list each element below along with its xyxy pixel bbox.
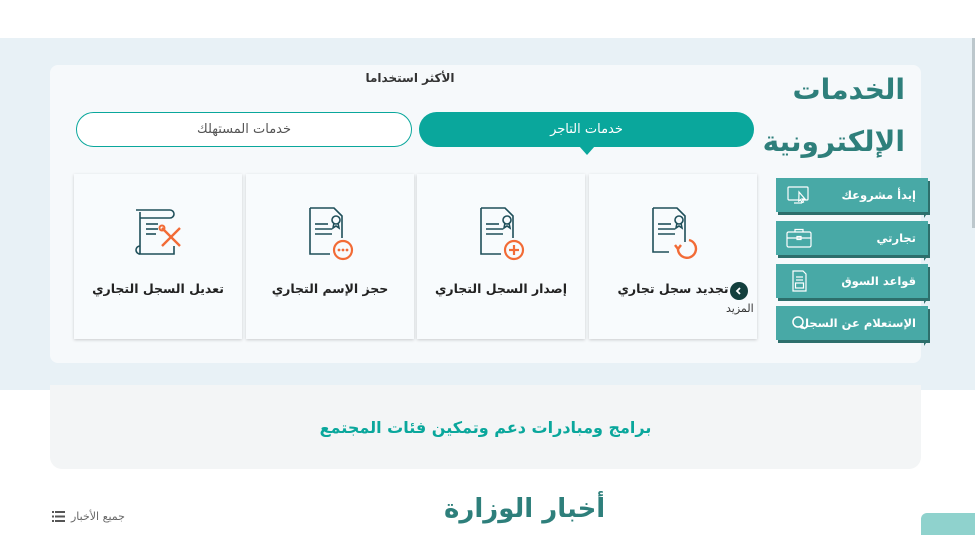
section-title-line2: الإلكترونية [762, 125, 905, 158]
document-renew-icon [652, 207, 698, 259]
tab-label: خدمات المستهلك [197, 122, 292, 137]
side-button-market-rules[interactable]: قواعد السوق [776, 264, 928, 304]
list-icon [52, 511, 65, 522]
all-news-label: جميع الأخبار [71, 510, 125, 523]
tab-label: خدمات التاجر [550, 122, 623, 137]
most-used-label: الأكثر استخداما [365, 71, 455, 85]
side-button-start-project[interactable]: إبدأ مشروعك [776, 178, 928, 218]
side-button-label: قواعد السوق [841, 274, 916, 288]
section-title-line1: الخدمات [792, 73, 905, 106]
briefcase-icon [786, 228, 812, 248]
service-card-reserve-name[interactable]: حجز الإسم التجاري [246, 174, 414, 339]
document-add-icon [480, 207, 525, 261]
chevron-left-icon [735, 287, 741, 295]
programs-banner[interactable]: برامج ومبادرات دعم وتمكين فئات المجتمع [50, 385, 921, 469]
tab-merchant-services[interactable]: خدمات التاجر [419, 112, 754, 155]
document-grid-icon [792, 270, 807, 292]
tab-consumer-services[interactable]: خدمات المستهلك [76, 112, 412, 147]
cursor-screen-icon [787, 186, 809, 204]
service-card-modify-cr[interactable]: تعديل السجل التجاري [74, 174, 242, 339]
more-link[interactable]: المزيد [726, 302, 754, 315]
all-news-link[interactable]: جميع الأخبار [52, 510, 125, 523]
service-card-label: إصدار السجل التجاري [434, 281, 568, 296]
side-button-registry-inquiry[interactable]: الإستعلام عن السجل [776, 306, 928, 346]
service-card-issue-cr[interactable]: إصدار السجل التجاري [417, 174, 585, 339]
programs-banner-text: برامج ومبادرات دعم وتمكين فئات المجتمع [319, 417, 652, 437]
side-button-label: إبدأ مشروعك [841, 188, 916, 202]
service-card-label: تعديل السجل التجاري [92, 281, 224, 296]
more-arrow-button[interactable] [730, 282, 748, 300]
scroll-tools-icon [135, 209, 181, 255]
service-card-label: حجز الإسم التجاري [271, 281, 389, 296]
side-button-my-trade[interactable]: تجارتي [776, 221, 928, 261]
news-section-title: أخبار الوزارة [444, 494, 606, 524]
side-button-label: الإستعلام عن السجل [799, 316, 916, 330]
header-area [0, 0, 975, 38]
search-icon [792, 316, 806, 330]
side-button-label: تجارتي [876, 231, 917, 245]
document-reserve-icon [309, 207, 354, 261]
